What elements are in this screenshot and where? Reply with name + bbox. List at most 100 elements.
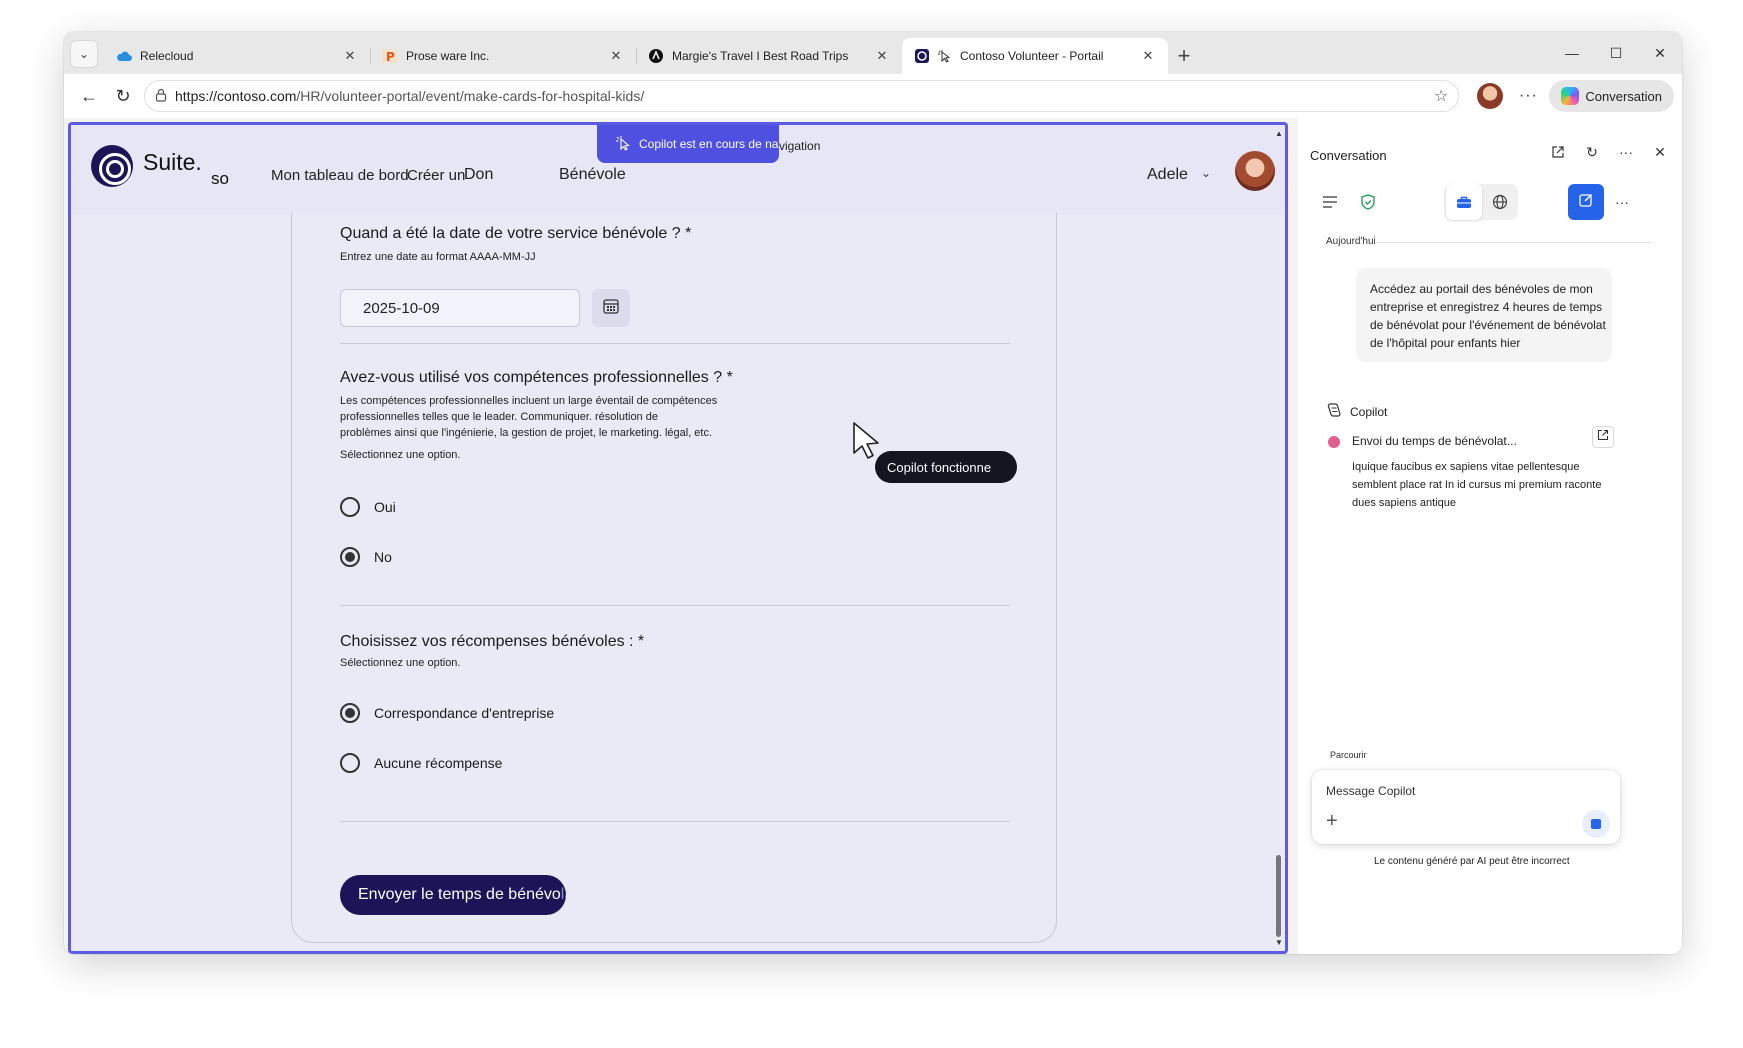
- more-options-icon[interactable]: ···: [1604, 184, 1640, 220]
- radio-button-selected[interactable]: [340, 703, 360, 723]
- new-tab-button[interactable]: +: [1168, 38, 1200, 74]
- message-input[interactable]: Message Copilot: [1326, 784, 1415, 798]
- profile-avatar[interactable]: [1477, 83, 1504, 109]
- close-icon[interactable]: ✕: [342, 48, 358, 64]
- lock-icon: [155, 88, 167, 105]
- radio-label: Aucune récompense: [374, 755, 503, 771]
- radio-option-oui[interactable]: Oui: [340, 497, 396, 517]
- chevron-down-icon[interactable]: ⌄: [1201, 166, 1211, 180]
- close-icon[interactable]: ✕: [608, 48, 624, 64]
- tab-margies-travel[interactable]: Margie's Travel I Best Road Trips ✕: [636, 38, 902, 74]
- scroll-up-icon[interactable]: ▲: [1275, 129, 1283, 138]
- open-in-new-icon: [1597, 428, 1609, 446]
- skills-select-hint: Sélectionnez une option.: [340, 449, 461, 461]
- pane-actions: ↻ ··· ✕: [1550, 144, 1668, 160]
- radio-button[interactable]: [340, 753, 360, 773]
- status-dot-icon: [1328, 436, 1340, 448]
- conversation-button[interactable]: Conversation: [1549, 80, 1674, 112]
- submit-label: Envoyer le temps de bénévo: [358, 886, 561, 903]
- refresh-icon[interactable]: ↻: [1584, 144, 1600, 160]
- tab-list-button[interactable]: ⌄: [70, 40, 98, 68]
- new-chat-button[interactable]: [1568, 184, 1604, 220]
- arrow-left-icon: ←: [80, 85, 98, 106]
- close-icon[interactable]: ✕: [1652, 144, 1668, 160]
- page-viewport: Suite. so Mon tableau de bord Créer un D…: [68, 122, 1288, 954]
- more-options-icon[interactable]: ···: [1618, 144, 1634, 160]
- more-options-icon[interactable]: ···: [1513, 87, 1543, 105]
- copilot-icon: [1326, 402, 1342, 421]
- tab-contoso-volunteer[interactable]: Contoso Volunteer - Portail ✕: [902, 38, 1168, 74]
- brand-suffix: so: [211, 169, 229, 188]
- nav-dashboard[interactable]: Mon tableau de bord: [271, 167, 409, 184]
- copilot-label: Copilot: [1350, 404, 1388, 419]
- travel-logo-icon: [648, 48, 664, 64]
- copilot-working-tooltip: Copilot fonctionne: [875, 451, 1018, 483]
- close-window-icon[interactable]: ✕: [1638, 32, 1682, 74]
- favorite-star-icon[interactable]: ☆: [1434, 86, 1448, 106]
- url-host: https://contoso.com: [175, 88, 297, 104]
- cloud-icon: [116, 48, 132, 64]
- submit-volunteer-time-button[interactable]: Envoyer le temps de bénévolat: [340, 875, 566, 915]
- nav-volunteer[interactable]: Bénévole: [559, 166, 626, 184]
- radio-option-company-match[interactable]: Correspondance d'entreprise: [340, 703, 554, 723]
- globe-icon[interactable]: [1482, 184, 1518, 220]
- date-separator-line: [1376, 242, 1652, 243]
- scroll-down-icon[interactable]: ▼: [1275, 938, 1283, 947]
- minimize-icon[interactable]: —: [1550, 32, 1594, 74]
- refresh-button[interactable]: ↻: [106, 79, 140, 113]
- maximize-icon[interactable]: ☐: [1594, 32, 1638, 74]
- open-in-new-icon[interactable]: [1550, 144, 1566, 160]
- date-hint: Entrez une date au format AAAA-MM-JJ: [340, 251, 536, 263]
- scroll-thumb[interactable]: [1276, 855, 1281, 937]
- close-icon[interactable]: ✕: [1140, 48, 1156, 64]
- compose-icon: [1578, 192, 1594, 213]
- menu-icon[interactable]: [1312, 184, 1348, 220]
- pane-title: Conversation: [1310, 148, 1387, 163]
- stop-generation-button[interactable]: [1582, 810, 1610, 838]
- radio-button-selected[interactable]: [340, 547, 360, 567]
- radio-option-no-reward[interactable]: Aucune récompense: [340, 753, 502, 773]
- conversation-button-label: Conversation: [1585, 88, 1662, 104]
- tab-proseware[interactable]: P Prose ware Inc. ✕: [370, 38, 636, 74]
- page-scrollbar[interactable]: ▲ ▼: [1275, 125, 1283, 951]
- copilot-author: Copilot: [1326, 402, 1387, 421]
- user-name[interactable]: Adele: [1147, 166, 1188, 184]
- open-task-button[interactable]: [1592, 426, 1614, 448]
- calendar-icon: [602, 297, 620, 320]
- skills-hint-line-1: Les compétences professionnelles incluen…: [340, 395, 718, 407]
- window-controls: — ☐ ✕: [1550, 32, 1682, 74]
- skills-question: Avez-vous utilisé vos compétences profes…: [340, 369, 733, 386]
- browse-label: Parcourir: [1330, 750, 1367, 760]
- calendar-button[interactable]: [592, 289, 630, 327]
- add-attachment-icon[interactable]: +: [1326, 810, 1338, 833]
- user-avatar[interactable]: [1235, 151, 1275, 191]
- close-icon[interactable]: ✕: [874, 48, 890, 64]
- date-input[interactable]: 2025-10-09: [340, 289, 580, 327]
- address-bar[interactable]: https://contoso.com/HR/volunteer-portal/…: [144, 80, 1460, 112]
- radio-label: No: [374, 549, 392, 565]
- shield-check-icon[interactable]: [1350, 184, 1386, 220]
- banner-text-tail: vigation: [779, 131, 825, 161]
- rewards-select-hint: Sélectionnez une option.: [340, 657, 461, 669]
- radio-button[interactable]: [340, 497, 360, 517]
- user-message-bubble: Accédez au portail des bénévoles de mon …: [1356, 268, 1612, 362]
- tab-title: Relecloud: [140, 49, 194, 63]
- tab-title: Prose ware Inc.: [406, 49, 490, 63]
- nav-donation[interactable]: Don: [464, 166, 493, 184]
- browser-toolbar: ← ↻ https://contoso.com/HR/volunteer-por…: [64, 74, 1682, 118]
- tab-relecloud[interactable]: Relecloud ✕: [104, 38, 370, 74]
- tab-title: Margie's Travel I Best Road Trips: [672, 49, 849, 63]
- copilot-logo-icon: [1561, 87, 1580, 105]
- back-button[interactable]: ←: [72, 79, 106, 113]
- ai-disclaimer: Le contenu généré par AI peut être incor…: [1374, 856, 1570, 867]
- suite-logo-icon[interactable]: [91, 145, 133, 187]
- nav-create[interactable]: Créer un: [407, 167, 465, 184]
- tab-title: Contoso Volunteer - Portail: [960, 49, 1104, 63]
- url-path: /HR/volunteer-portal/event/make-cards-fo…: [296, 88, 645, 104]
- radio-option-no[interactable]: No: [340, 547, 392, 567]
- briefcase-icon[interactable]: [1446, 184, 1482, 220]
- skills-hint-line-2: professionnelles telles que le leader. C…: [340, 411, 658, 423]
- chevron-down-icon: ⌄: [78, 47, 90, 61]
- contoso-ring-icon: [914, 48, 930, 64]
- submit-label-faded: lat: [560, 886, 566, 903]
